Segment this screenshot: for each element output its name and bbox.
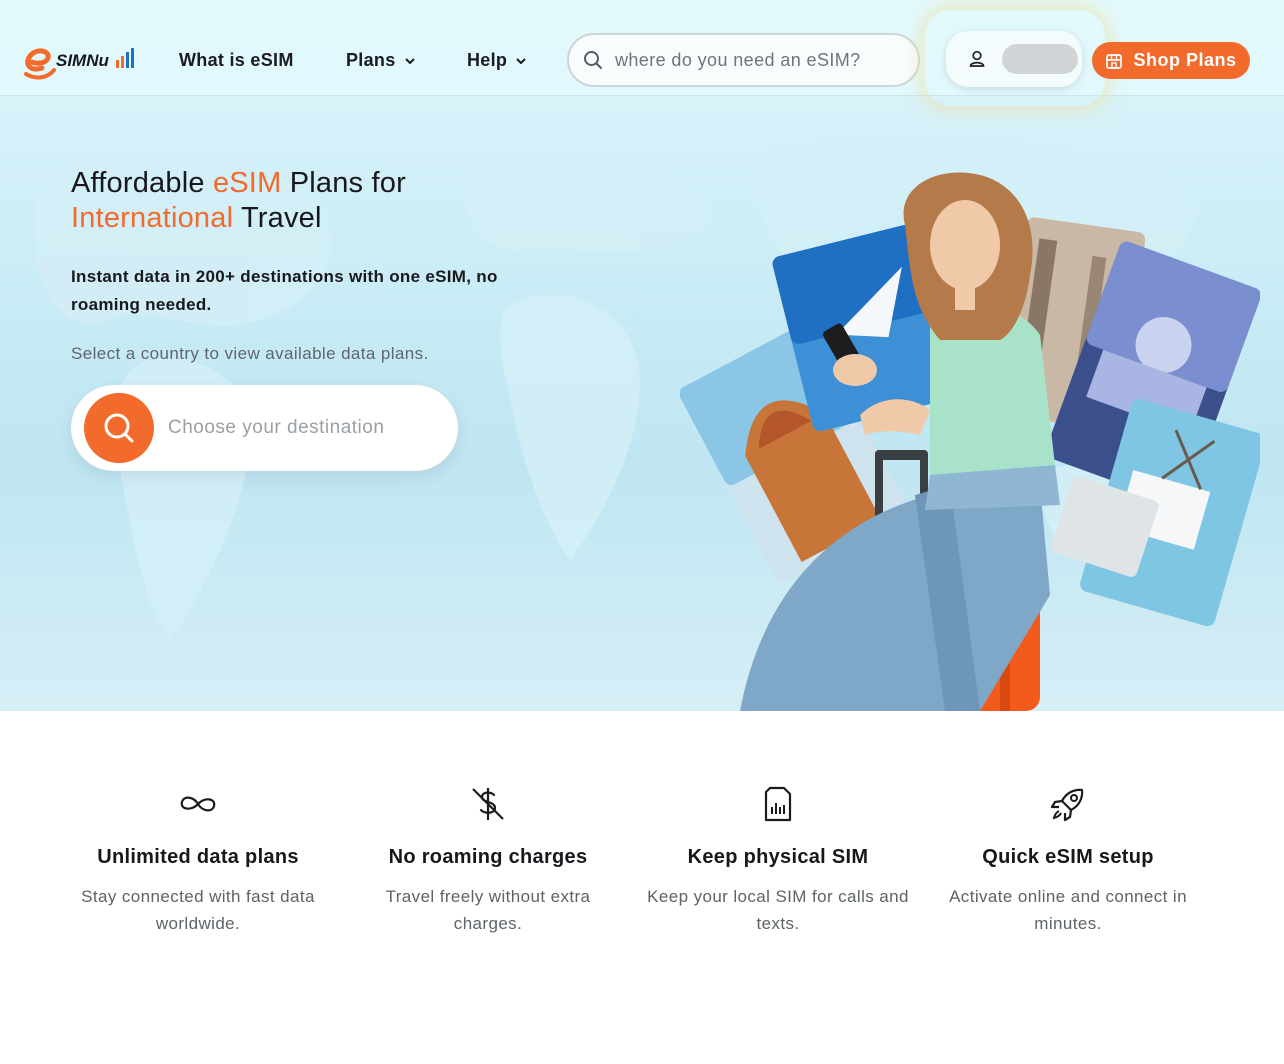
destination-search[interactable] [71, 385, 458, 471]
feature-description: Keep your local SIM for calls and texts. [647, 887, 909, 933]
header-search-input[interactable] [615, 49, 905, 71]
feature-no-roaming: No roaming charges Travel freely without… [343, 780, 633, 937]
feature-keep-sim: Keep physical SIM Keep your local SIM fo… [633, 780, 923, 937]
account-name-redacted [1002, 44, 1078, 74]
shop-plans-button[interactable]: Shop Plans [1092, 42, 1250, 79]
title-accent-esim: eSIM [212, 167, 282, 199]
account-button[interactable] [946, 31, 1082, 87]
feature-title: Quick eSIM setup [982, 846, 1154, 868]
destination-search-button[interactable] [84, 393, 154, 463]
feature-description: Travel freely without extra charges. [385, 887, 591, 933]
feature-quick-setup: Quick eSIM setup Activate online and con… [923, 780, 1213, 937]
user-icon [969, 50, 985, 67]
nav-plans[interactable]: Plans [346, 50, 416, 71]
rocket-icon [1050, 788, 1084, 822]
feature-description: Stay connected with fast data worldwide. [81, 887, 315, 933]
feature-unlimited-data: Unlimited data plans Stay connected with… [53, 780, 343, 937]
infinity-icon [180, 796, 216, 812]
nav-help[interactable]: Help [467, 50, 527, 71]
svg-text:SIMNu: SIMNu [56, 51, 110, 70]
chevron-down-icon [516, 57, 526, 64]
hero-illustration [680, 172, 1260, 711]
hero-section: Affordable eSIM Plans for International … [0, 0, 1284, 711]
destination-input[interactable] [168, 417, 428, 439]
nav-what-is-esim[interactable]: What is eSIM [179, 50, 294, 71]
title-accent-international: International [71, 202, 234, 234]
feature-title: No roaming charges [388, 846, 588, 868]
feature-title: Unlimited data plans [97, 846, 299, 868]
top-navbar: SIMNu What is eSIM Plans Help where do y… [0, 0, 1284, 96]
no-dollar-icon [472, 788, 504, 820]
search-icon [104, 413, 134, 443]
chevron-down-icon [404, 57, 415, 64]
hero-subtitle: Instant data in 200+ destinations with o… [71, 267, 498, 314]
header-search[interactable] [567, 33, 920, 87]
feature-description: Activate online and connect in minutes. [949, 887, 1187, 933]
search-icon [584, 51, 602, 69]
hero-hint: Select a country to view available data … [71, 344, 429, 363]
store-icon [1106, 53, 1123, 69]
feature-title: Keep physical SIM [687, 846, 869, 868]
sim-card-icon [764, 786, 792, 822]
hero-title: Affordable eSIM Plans for International … [71, 167, 406, 234]
esimnum-logo[interactable]: SIMNu [20, 40, 140, 82]
